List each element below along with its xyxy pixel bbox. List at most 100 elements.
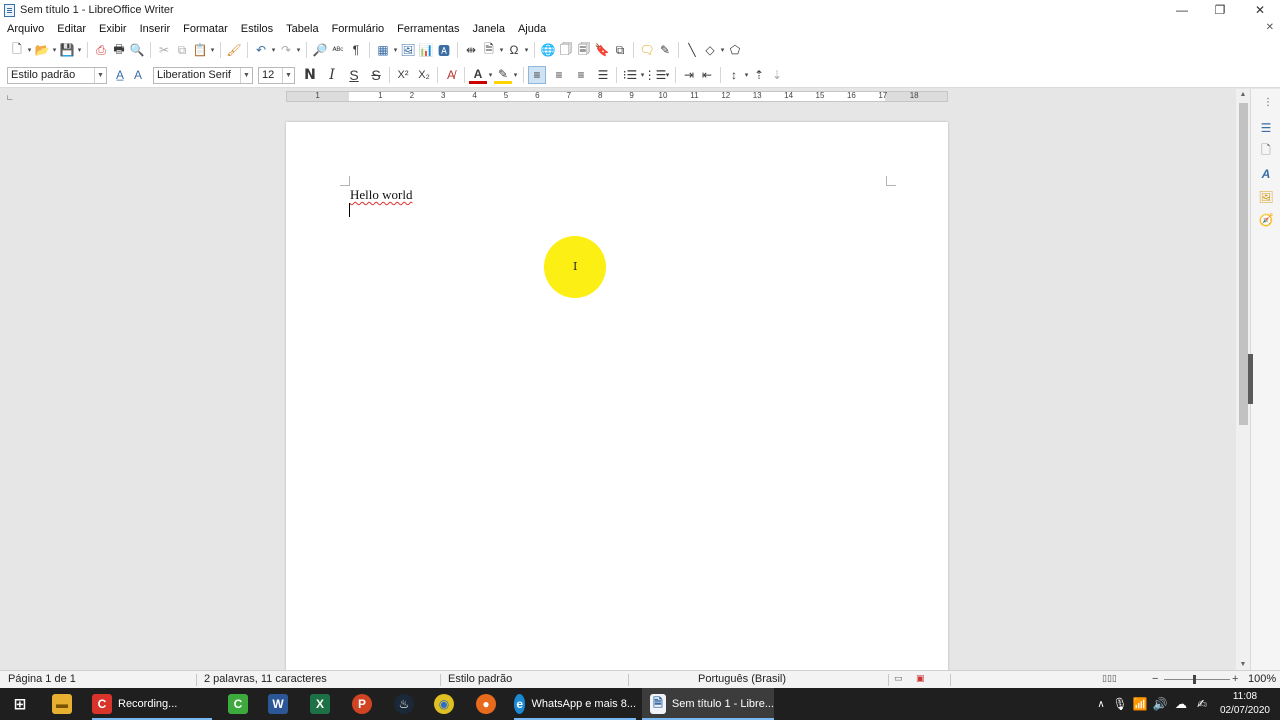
footnote-icon[interactable]: 🗍	[557, 41, 575, 59]
open-folder-icon[interactable]: 📂	[33, 41, 51, 59]
spelling-icon[interactable]: ᴬᴮᶜ	[329, 41, 347, 59]
pen-icon[interactable]: ✍	[1192, 697, 1212, 711]
undo-icon[interactable]: ↶	[252, 41, 270, 59]
endnote-icon[interactable]: 🗐	[575, 41, 593, 59]
show-hidden-icons-icon[interactable]: ∧	[1092, 699, 1110, 710]
menu-ajuda[interactable]: Ajuda	[518, 23, 546, 35]
bold-button[interactable]: N	[301, 66, 319, 84]
wifi-icon[interactable]: 📶	[1130, 697, 1150, 711]
word-count[interactable]: 2 palavras, 11 caracteres	[204, 673, 327, 685]
zoom-in-icon[interactable]: +	[1232, 673, 1238, 685]
numbering-dropdown-icon[interactable]: ▾	[664, 71, 671, 79]
insert-table-icon[interactable]: ▦	[374, 41, 392, 59]
redo-dropdown-icon[interactable]: ▾	[295, 46, 302, 54]
paragraph-style-select[interactable]: Estilo padrão ▼	[7, 66, 107, 84]
page-style[interactable]: Estilo padrão	[448, 673, 512, 685]
zoom-out-icon[interactable]: −	[1152, 673, 1158, 685]
zoom-level[interactable]: 100%	[1248, 673, 1276, 685]
increase-paragraph-spacing-icon[interactable]: ⇡	[750, 66, 768, 84]
restore-button[interactable]: ❐	[1200, 0, 1240, 20]
page-break-icon[interactable]: ⇹	[462, 41, 480, 59]
microphone-icon[interactable]: 🎙	[1110, 697, 1130, 711]
close-document-icon[interactable]: ✕	[1266, 22, 1274, 33]
shapes-dropdown-icon[interactable]: ▾	[719, 46, 726, 54]
menu-janela[interactable]: Janela	[473, 23, 505, 35]
menu-editar[interactable]: Editar	[57, 23, 86, 35]
italic-button[interactable]: I	[323, 66, 341, 84]
new-document-icon[interactable]: 🗋	[8, 41, 26, 59]
increase-indent-icon[interactable]: ⇥	[680, 66, 698, 84]
special-char-dropdown-icon[interactable]: ▾	[523, 46, 530, 54]
strikethrough-button[interactable]: S	[367, 66, 385, 84]
taskbar-excel[interactable]: X	[310, 688, 330, 720]
gallery-icon[interactable]: 🖼	[1258, 190, 1273, 204]
save-icon[interactable]: 💾	[58, 41, 76, 59]
new-style-icon[interactable]: A	[129, 66, 147, 84]
taskbar-file-explorer[interactable]: ▬	[52, 688, 72, 720]
scroll-down-icon[interactable]: ▼	[1236, 661, 1250, 668]
draw-functions-icon[interactable]: ⬠	[726, 41, 744, 59]
underline-button[interactable]: S	[345, 66, 363, 84]
system-clock[interactable]: 11:08 02/07/2020	[1220, 690, 1270, 718]
menu-formulario[interactable]: Formulário	[332, 23, 385, 35]
line-spacing-icon[interactable]: ↕	[725, 66, 743, 84]
paste-icon[interactable]: 📋	[191, 41, 209, 59]
insert-image-icon[interactable]: 🖼	[399, 41, 417, 59]
menu-tabela[interactable]: Tabela	[286, 23, 318, 35]
navigator-icon[interactable]: 🧭	[1259, 213, 1274, 227]
table-dropdown-icon[interactable]: ▾	[392, 46, 399, 54]
font-name-select[interactable]: Liberation Serif ▼	[153, 66, 253, 84]
insert-line-icon[interactable]: ╲	[683, 41, 701, 59]
print-preview-icon[interactable]: 🔍	[128, 41, 146, 59]
taskbar-word[interactable]: W	[268, 688, 288, 720]
taskbar-chrome[interactable]: ◉	[434, 688, 454, 720]
cut-icon[interactable]: ✂	[155, 41, 173, 59]
insert-field-icon[interactable]: 🗎	[480, 41, 498, 59]
tab-stop-icon[interactable]: ∟	[6, 93, 14, 102]
unordered-list-icon[interactable]: ⁝☰	[621, 66, 639, 84]
undo-dropdown-icon[interactable]: ▾	[270, 46, 277, 54]
sidebar-menu-icon[interactable]: ⋮	[1263, 97, 1273, 108]
taskbar-recording[interactable]: C Recording...	[92, 688, 212, 720]
clone-formatting-icon[interactable]: 🖌	[225, 41, 243, 59]
ordered-list-icon[interactable]: ⋮☰	[644, 66, 667, 84]
document-paragraph[interactable]: Hello world	[350, 187, 412, 203]
justify-icon[interactable]: ☰	[594, 66, 612, 84]
view-layout-icon[interactable]: ▯▯▯	[1102, 673, 1117, 684]
line-spacing-dropdown-icon[interactable]: ▾	[743, 71, 750, 79]
copy-icon[interactable]: ⧉	[173, 41, 191, 59]
taskbar-firefox[interactable]: ●	[476, 688, 496, 720]
sidebar-collapse-handle[interactable]	[1248, 354, 1253, 404]
document-modified-icon[interactable]: ▣	[916, 673, 925, 684]
chevron-down-icon[interactable]: ▼	[94, 67, 106, 83]
scroll-up-icon[interactable]: ▲	[1236, 91, 1250, 98]
hyperlink-icon[interactable]: 🌐	[539, 41, 557, 59]
save-dropdown-icon[interactable]: ▾	[76, 46, 83, 54]
clear-formatting-icon[interactable]: A̸	[442, 66, 460, 84]
chevron-down-icon[interactable]: ▼	[240, 67, 252, 83]
document-text[interactable]: Hello world	[350, 187, 412, 202]
menu-formatar[interactable]: Formatar	[183, 23, 228, 35]
align-center-icon[interactable]: ≡	[550, 66, 568, 84]
decrease-indent-icon[interactable]: ⇤	[698, 66, 716, 84]
font-size-select[interactable]: 12 ▼	[258, 66, 295, 84]
new-dropdown-icon[interactable]: ▾	[26, 46, 33, 54]
open-dropdown-icon[interactable]: ▾	[51, 46, 58, 54]
decrease-paragraph-spacing-icon[interactable]: ⇣	[768, 66, 786, 84]
start-button[interactable]: ⊞	[10, 688, 30, 720]
cross-reference-icon[interactable]: ⧉	[611, 41, 629, 59]
zoom-slider-track[interactable]	[1164, 679, 1230, 680]
align-left-icon[interactable]: ≡	[528, 66, 546, 84]
menu-exibir[interactable]: Exibir	[99, 23, 127, 35]
zoom-slider-thumb[interactable]	[1193, 675, 1196, 684]
insert-textbox-icon[interactable]: 🅰	[435, 41, 453, 59]
update-style-icon[interactable]: A̲	[111, 66, 129, 84]
taskbar-libreoffice-writer[interactable]: 🗎 Sem título 1 - Libre...	[642, 688, 774, 720]
page-icon[interactable]: 🗋	[1259, 143, 1273, 158]
export-pdf-icon[interactable]: ⎙	[92, 41, 110, 59]
subscript-button[interactable]: X₂	[415, 66, 433, 84]
special-character-icon[interactable]: Ω	[505, 41, 523, 59]
paste-dropdown-icon[interactable]: ▾	[209, 46, 216, 54]
superscript-button[interactable]: X²	[394, 66, 412, 84]
page-count[interactable]: Página 1 de 1	[8, 673, 76, 685]
